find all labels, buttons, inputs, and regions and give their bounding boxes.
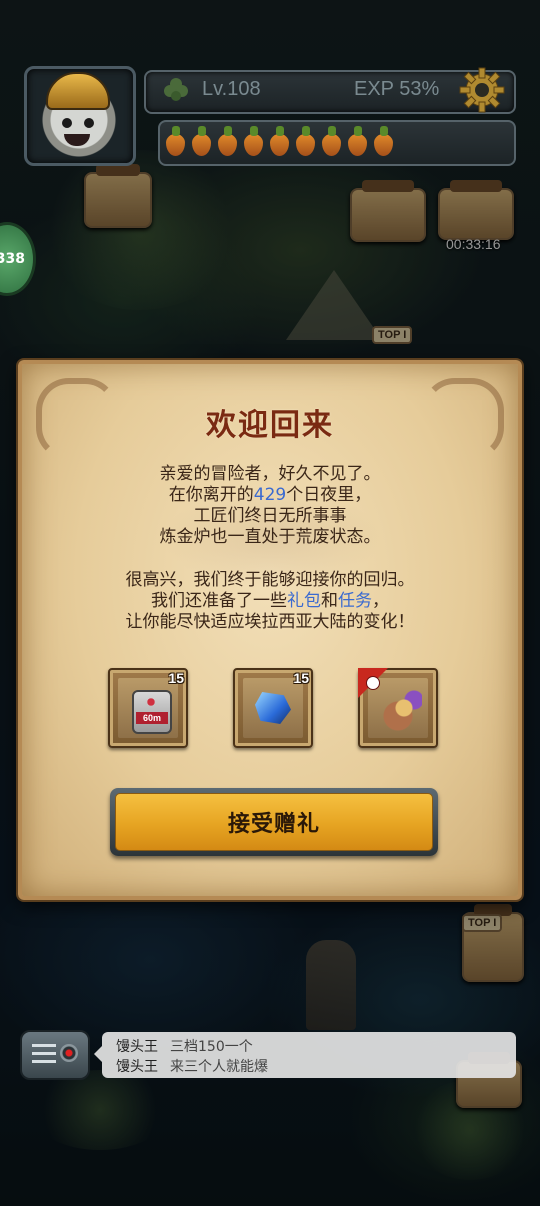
chat-user: 馒头王 [116,1039,158,1055]
carrot-icon [372,126,395,156]
item-count: 15 [293,670,309,686]
message-line: 很高兴，我们终于能够迎接你的回归。 [125,570,415,590]
task-link: 任务 [338,591,372,611]
avatar-eye [84,118,94,128]
carrot-icon [164,126,187,156]
message-line: 在你离开的429个日夜里， [168,485,372,505]
clover-icon [164,78,188,101]
carrot-icon [216,126,239,156]
chat-panel[interactable]: 馒头王 三档150一个 馒头王 来三个人就能爆 [94,1032,516,1078]
reward-item-time-box[interactable]: 60m 15 [108,668,188,748]
message-line: 让你能尽快适应埃拉西亚大陆的变化！ [125,612,415,632]
welcome-back-dialog: 欢迎回来 亲爱的冒险者，好久不见了。 在你离开的429个日夜里， 工匠们终日无所… [18,360,522,900]
message-line: 炼金炉也一直处于荒废状态。 [159,527,381,547]
dialog-message: 亲爱的冒险者，好久不见了。 在你离开的429个日夜里， 工匠们终日无所事事 炼金… [22,464,518,633]
chat-text: 三档150一个 [170,1039,253,1055]
carrot-icon [190,126,213,156]
exp-percent: EXP 53% [354,78,440,100]
chat-user: 馒头王 [116,1059,158,1075]
menu-icon [32,1044,56,1064]
carrot-icon [346,126,369,156]
reward-items: 60m 15 15 [108,668,438,748]
carrot-icon [242,126,265,156]
record-icon [60,1044,78,1062]
message-line: 我们还准备了一些礼包和任务， [151,591,389,611]
accept-gift-button[interactable]: 接受赠礼 [110,788,438,856]
dialog-title: 欢迎回来 [206,408,334,443]
carrot-icon [320,126,343,156]
accept-gift-label: 接受赠礼 [115,793,433,851]
days-away-count: 429 [253,485,287,505]
message-line: 亲爱的冒险者，好久不见了。 [159,464,381,484]
time-box-label: 60m [136,712,168,724]
stamina-carrots [164,126,395,156]
gear-icon[interactable] [458,66,506,114]
chat-message: 馒头王 来三个人就能爆 [116,1056,268,1076]
carrot-icon [294,126,317,156]
chat-text: 来三个人就能爆 [170,1059,268,1075]
player-level: Lv.108 [202,78,261,100]
reward-item-crystal[interactable]: 15 [233,668,313,748]
reward-item-dragon-pet[interactable] [358,668,438,748]
gift-link: 礼包 [287,591,321,611]
avatar-eye [62,118,72,128]
chat-message: 馒头王 三档150一个 [116,1036,253,1056]
clock-icon [366,676,380,690]
message-line: 工匠们终日无所事事 [193,506,347,526]
carrot-icon [268,126,291,156]
item-count: 15 [168,670,184,686]
chat-menu-button[interactable] [20,1030,90,1080]
time-box-icon: 60m [132,690,172,734]
